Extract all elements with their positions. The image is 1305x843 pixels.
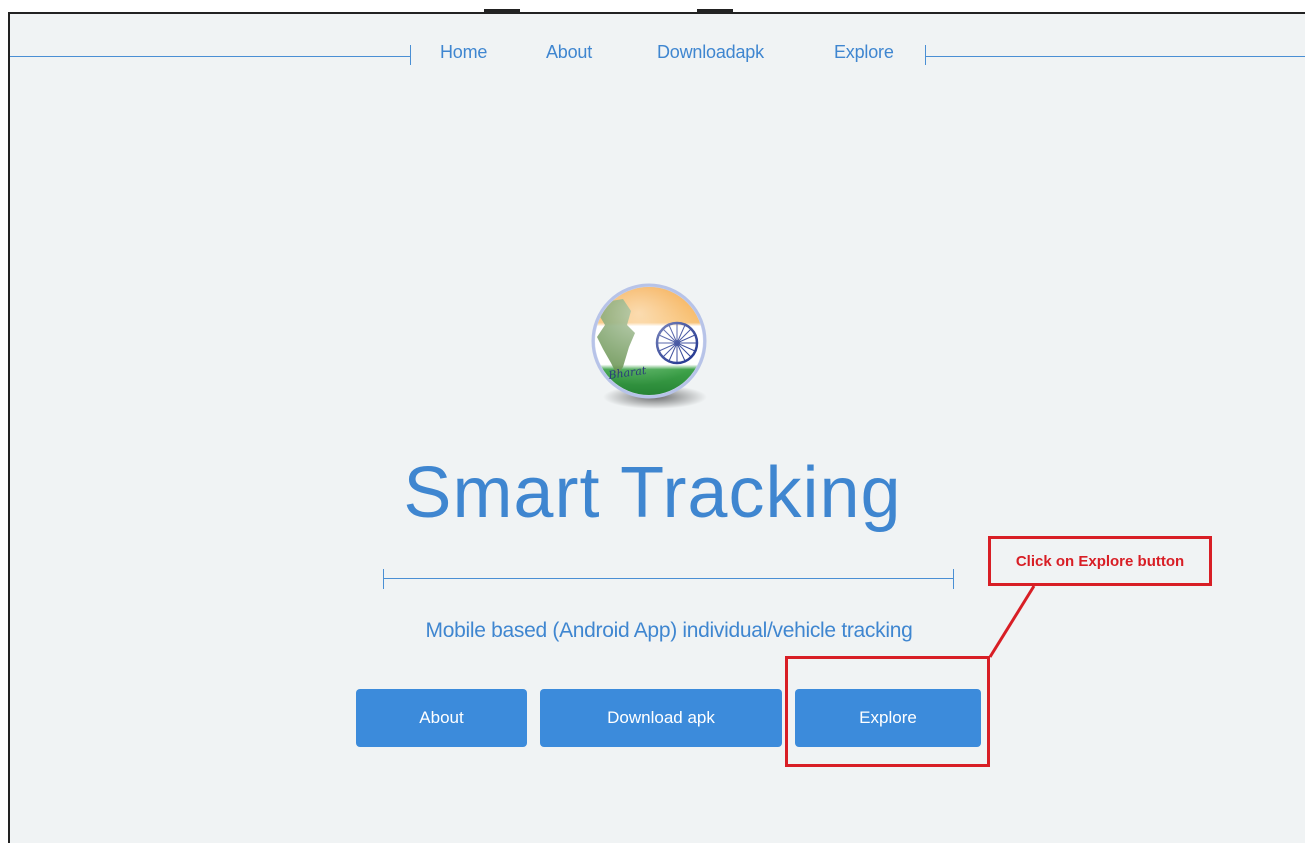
divider-tick-left [383,569,384,589]
nav-tick-right [925,45,926,65]
download-apk-button[interactable]: Download apk [540,689,782,747]
divider-tick-right [953,569,954,589]
nav-downloadapk-link[interactable]: Downloadapk [657,42,764,63]
nav-tick-left [410,45,411,65]
about-button[interactable]: About [356,689,527,747]
explore-highlight-box [785,656,990,767]
callout-label: Click on Explore button [988,536,1212,586]
page-subtitle: Mobile based (Android App) individual/ve… [425,619,913,642]
nav-about-link[interactable]: About [546,42,592,63]
page-title: Smart Tracking [403,453,902,533]
title-divider [383,578,953,579]
nav-line-right [925,56,1305,57]
nav-line-left [10,56,410,57]
india-globe-logo-icon: Bharat [591,283,707,409]
nav-home-link[interactable]: Home [440,42,487,63]
nav-explore-link[interactable]: Explore [834,42,894,63]
